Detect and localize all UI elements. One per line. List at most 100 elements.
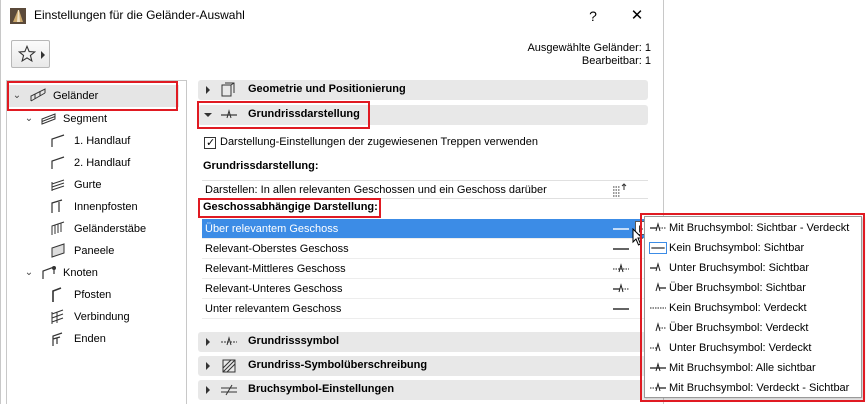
story-display-list: Über relevantem Geschoss Relevant-Oberst… <box>202 219 648 319</box>
break-symbol-visible-hidden-icon <box>613 283 629 293</box>
story-row-label: Relevant-Mittleres Geschoss <box>205 263 346 275</box>
tree-item-label: Gurte <box>74 179 102 191</box>
popup-item-label: Mit Bruchsymbol: Sichtbar - Verdeckt <box>669 222 850 234</box>
break-symbol-settings-icon <box>221 384 237 396</box>
story-stack-icon <box>613 183 627 197</box>
floorplan-display-icon <box>221 109 237 119</box>
selected-count: Ausgewählte Geländer: 1 <box>527 42 651 54</box>
railing-icon <box>30 88 46 102</box>
tree-item-label: 1. Handlauf <box>74 135 131 147</box>
popup-item[interactable]: Unter Bruchsymbol: Verdeckt <box>645 338 861 358</box>
floorplan-subheading: Grundrissdarstellung: <box>203 160 319 172</box>
node-icon <box>42 266 56 279</box>
no-break-visible-icon <box>649 242 667 254</box>
list-item[interactable]: Über relevantem Geschoss <box>202 219 648 239</box>
tree-item-label: Geländerstäbe <box>74 223 147 235</box>
section-floorplan-symbol[interactable]: Grundrisssymbol <box>198 332 648 352</box>
tree-item-label: Enden <box>74 333 106 345</box>
tree-item-rails[interactable]: Gurte <box>7 174 179 196</box>
break-hidden-visible-icon <box>650 382 666 392</box>
popup-item-label: Kein Bruchsymbol: Verdeckt <box>669 302 807 314</box>
list-item[interactable]: Relevant-Oberstes Geschoss <box>202 239 648 259</box>
tree-item-segment[interactable]: ⌄ Segment <box>7 108 179 130</box>
tree-item-nodes[interactable]: ⌄ Knoten <box>7 262 179 284</box>
selection-info: Ausgewählte Geländer: 1 Bearbeitbar: 1 <box>527 42 651 68</box>
show-on-stories-field[interactable]: Darstellen: In allen relevanten Geschoss… <box>202 180 648 199</box>
baluster-icon <box>51 221 65 235</box>
settings-panel: Geometrie und Positionierung Grundrissda… <box>198 78 657 404</box>
expand-arrow-icon[interactable] <box>206 338 210 346</box>
post-icon <box>52 287 62 302</box>
story-row-label: Relevant-Oberstes Geschoss <box>205 243 349 255</box>
archicad-app-icon <box>10 8 26 24</box>
close-button[interactable]: ✕ <box>624 4 650 28</box>
tree-item-posts[interactable]: Pfosten <box>7 284 179 306</box>
title-bar: Einstellungen für die Geländer-Auswahl ?… <box>1 0 663 32</box>
chevron-down-icon[interactable]: ⌄ <box>23 262 35 284</box>
popup-item[interactable]: Unter Bruchsymbol: Sichtbar <box>645 258 861 278</box>
chevron-down-icon[interactable]: ⌄ <box>11 85 23 107</box>
tree-item-label: Paneele <box>74 245 115 257</box>
expand-arrow-icon[interactable] <box>206 362 210 370</box>
popup-item-label: Unter Bruchsymbol: Sichtbar <box>669 262 809 274</box>
popup-item-label: Über Bruchsymbol: Sichtbar <box>669 282 806 294</box>
tree-item-handrail-2[interactable]: 2. Handlauf <box>7 152 179 174</box>
editable-count: Bearbeitbar: 1 <box>581 55 651 67</box>
tree-item-label: Geländer <box>53 90 99 102</box>
checkmark-icon: ✓ <box>206 137 216 149</box>
tree-item-handrail-1[interactable]: 1. Handlauf <box>7 130 179 152</box>
dropdown-arrow-icon <box>41 51 45 59</box>
popup-item-label: Über Bruchsymbol: Verdeckt <box>669 322 809 334</box>
popup-item[interactable]: Mit Bruchsymbol: Sichtbar - Verdeckt <box>645 218 861 238</box>
list-item[interactable]: Unter relevantem Geschoss <box>202 299 648 319</box>
inner-post-icon <box>51 199 63 213</box>
popup-item[interactable]: Kein Bruchsymbol: Sichtbar <box>645 238 861 258</box>
segment-icon <box>41 113 56 125</box>
panel-icon <box>51 243 65 258</box>
popup-item-label: Mit Bruchsymbol: Alle sichtbar <box>669 362 816 374</box>
tree-item-panels[interactable]: Paneele <box>7 240 179 262</box>
tree-item-label: Innenpfosten <box>74 201 138 213</box>
mouse-cursor-icon <box>632 228 644 246</box>
tree-item-inner-posts[interactable]: Innenpfosten <box>7 196 179 218</box>
break-symbol-visible-icon <box>613 228 629 230</box>
section-label: Grundriss-Symbolüberschreibung <box>248 359 428 371</box>
help-button[interactable]: ? <box>581 4 605 28</box>
popup-item[interactable]: Über Bruchsymbol: Verdeckt <box>645 318 861 338</box>
tree-item-label: Pfosten <box>74 289 112 301</box>
tree-item-railing[interactable]: ⌄ Geländer <box>7 85 179 107</box>
tree-item-connection[interactable]: Verbindung <box>7 306 179 328</box>
collapse-arrow-icon[interactable] <box>204 113 212 117</box>
connection-icon <box>51 309 64 324</box>
settings-tree: ⌄ Geländer ⌄ Segment 1. Handlauf 2. Hand… <box>6 80 187 404</box>
handrail-icon <box>51 134 65 147</box>
section-geometry[interactable]: Geometrie und Positionierung <box>198 80 648 100</box>
tree-item-label: Verbindung <box>74 311 130 323</box>
popup-item[interactable]: Mit Bruchsymbol: Verdeckt - Sichtbar <box>645 378 861 398</box>
expand-arrow-icon[interactable] <box>206 386 210 394</box>
break-symbol-visible-hidden-icon <box>650 222 666 232</box>
section-break-symbol[interactable]: Bruchsymbol-Einstellungen <box>198 380 648 400</box>
favorites-button[interactable] <box>11 40 50 68</box>
chevron-down-icon[interactable]: ⌄ <box>23 108 35 130</box>
popup-item[interactable]: Über Bruchsymbol: Sichtbar <box>645 278 861 298</box>
expand-arrow-icon[interactable] <box>206 86 210 94</box>
section-floorplan[interactable]: Grundrissdarstellung <box>198 105 648 125</box>
break-all-visible-icon <box>650 362 666 372</box>
tree-item-balusters[interactable]: Geländerstäbe <box>7 218 179 240</box>
story-row-label: Unter relevantem Geschoss <box>205 303 342 315</box>
popup-item[interactable]: Mit Bruchsymbol: Alle sichtbar <box>645 358 861 378</box>
no-break-hidden-icon <box>650 307 666 309</box>
use-stair-settings-checkbox[interactable]: ✓ <box>204 137 216 149</box>
list-item[interactable]: Relevant-Mittleres Geschoss <box>202 259 648 279</box>
popup-item[interactable]: Kein Bruchsymbol: Verdeckt <box>645 298 861 318</box>
break-symbol-visible-icon <box>613 248 629 250</box>
break-symbol-popup-menu: Mit Bruchsymbol: Sichtbar - Verdeckt Kei… <box>644 216 862 398</box>
tree-item-label: 2. Handlauf <box>74 157 131 169</box>
section-symbol-override[interactable]: Grundriss-Symbolüberschreibung <box>198 356 648 376</box>
above-break-hidden-icon <box>655 322 666 332</box>
rail-icon <box>51 179 65 191</box>
tree-item-ends[interactable]: Enden <box>7 328 179 350</box>
screen: Einstellungen für die Geländer-Auswahl ?… <box>0 0 866 404</box>
list-item[interactable]: Relevant-Unteres Geschoss <box>202 279 648 299</box>
